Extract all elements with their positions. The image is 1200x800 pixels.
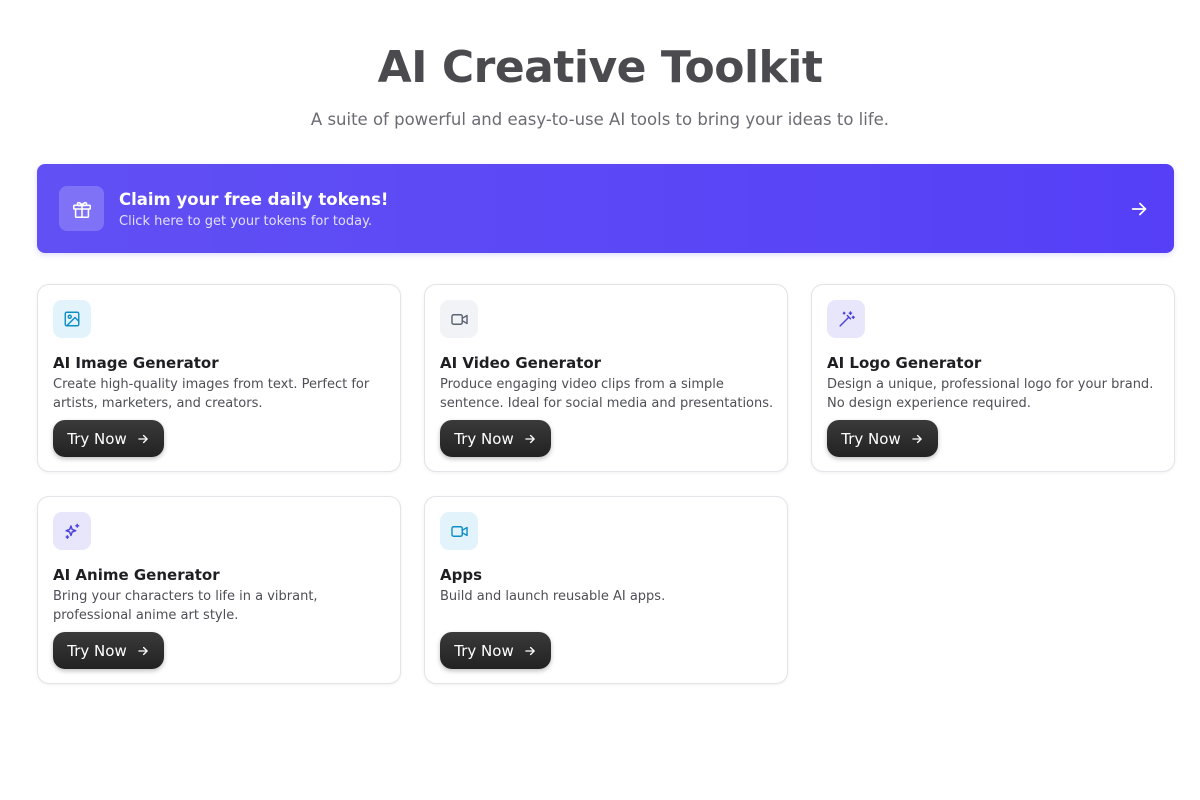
arrow-right-icon[interactable] xyxy=(1128,198,1150,220)
button-label: Try Now xyxy=(841,429,901,448)
image-icon xyxy=(53,300,91,338)
try-now-button[interactable]: Try Now xyxy=(53,420,164,457)
arrow-right-icon xyxy=(137,434,148,443)
tool-card-logo-generator: AI Logo Generator Design a unique, profe… xyxy=(811,284,1175,472)
sparkles-icon xyxy=(53,512,91,550)
button-label: Try Now xyxy=(67,429,127,448)
button-label: Try Now xyxy=(454,641,514,660)
arrow-right-icon xyxy=(524,434,535,443)
card-description: Build and launch reusable AI apps. xyxy=(440,589,666,604)
arrow-right-icon xyxy=(911,434,922,443)
try-now-button[interactable]: Try Now xyxy=(827,420,938,457)
claim-tokens-banner[interactable]: Claim your free daily tokens! Click here… xyxy=(37,164,1174,253)
card-title: AI Image Generator xyxy=(53,354,219,372)
card-description: Bring your characters to life in a vibra… xyxy=(53,589,318,623)
video-icon xyxy=(440,512,478,550)
card-title: Apps xyxy=(440,566,483,584)
page-subtitle: A suite of powerful and easy-to-use AI t… xyxy=(310,110,890,129)
banner-title: Claim your free daily tokens! xyxy=(119,190,389,209)
arrow-right-icon xyxy=(137,646,148,655)
card-description: Design a unique, professional logo for y… xyxy=(827,377,1154,411)
banner-description: Click here to get your tokens for today. xyxy=(119,214,373,229)
button-label: Try Now xyxy=(67,641,127,660)
card-title: AI Logo Generator xyxy=(827,354,982,372)
button-label: Try Now xyxy=(454,429,514,448)
card-description: Produce engaging video clips from a simp… xyxy=(440,377,774,411)
tool-card-video-generator: AI Video Generator Produce engaging vide… xyxy=(424,284,788,472)
try-now-button[interactable]: Try Now xyxy=(440,420,551,457)
magic-wand-icon xyxy=(827,300,865,338)
card-title: AI Anime Generator xyxy=(53,566,220,584)
gift-icon xyxy=(59,186,104,231)
tool-card-image-generator: AI Image Generator Create high-quality i… xyxy=(37,284,401,472)
page-title: AI Creative Toolkit xyxy=(377,42,823,93)
try-now-button[interactable]: Try Now xyxy=(53,632,164,669)
card-title: AI Video Generator xyxy=(440,354,602,372)
tool-card-anime-generator: AI Anime Generator Bring your characters… xyxy=(37,496,401,684)
arrow-right-icon xyxy=(524,646,535,655)
video-icon xyxy=(440,300,478,338)
try-now-button[interactable]: Try Now xyxy=(440,632,551,669)
card-description: Create high-quality images from text. Pe… xyxy=(53,377,370,411)
tool-card-apps: Apps Build and launch reusable AI apps. … xyxy=(424,496,788,684)
